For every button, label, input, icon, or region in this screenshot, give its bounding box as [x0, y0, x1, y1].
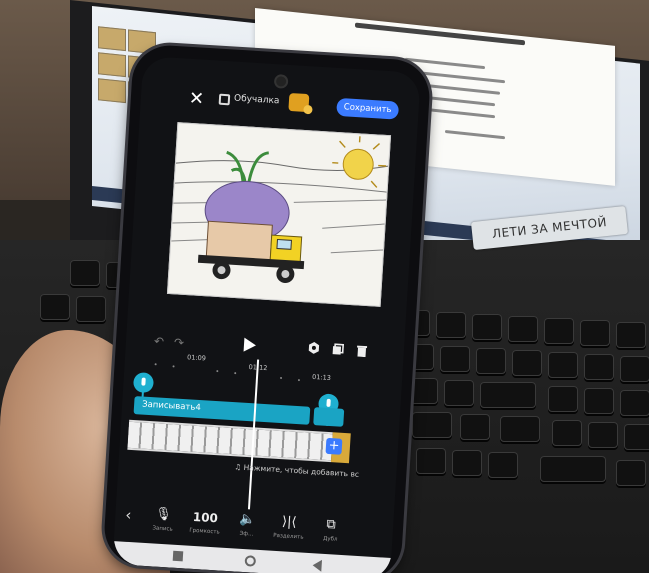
- split-icon: ⟩|⟨: [281, 514, 297, 531]
- play-icon[interactable]: [243, 337, 257, 353]
- redo-icon[interactable]: ↷: [174, 335, 187, 350]
- project-icon: [218, 93, 231, 106]
- mic-icon: 🎙: [154, 506, 173, 523]
- trash-icon[interactable]: [355, 345, 368, 358]
- audio-clip[interactable]: [313, 407, 345, 427]
- save-button[interactable]: Сохранить: [336, 97, 400, 120]
- project-name[interactable]: Обучалка: [234, 94, 280, 107]
- add-music-hint[interactable]: ♫ Нажмите, чтобы добавить вс: [234, 462, 359, 479]
- close-icon[interactable]: ✕: [188, 88, 204, 110]
- video-preview[interactable]: [166, 122, 392, 307]
- back-icon[interactable]: [312, 559, 323, 572]
- pro-crown-icon[interactable]: [288, 92, 310, 113]
- phone-screen: ✕ Обучалка Сохранить ↶ ↷ 01:09 01:13 Зап…: [112, 55, 421, 573]
- tool-duplicate[interactable]: ⧉ Дубл: [312, 515, 350, 543]
- drawing-turnip-truck: [171, 136, 389, 284]
- duplicate-icon[interactable]: [332, 343, 345, 356]
- timeline-tick: 01:09: [186, 353, 207, 363]
- recents-icon[interactable]: [172, 550, 184, 562]
- tool-split[interactable]: ⟩|⟨ Разделить: [270, 513, 308, 541]
- tool-effects[interactable]: 🔈 Эф...: [228, 510, 266, 538]
- audio-clip[interactable]: Записывать4: [133, 396, 311, 425]
- add-clip-button[interactable]: +: [325, 437, 343, 455]
- smartphone: ✕ Обучалка Сохранить ↶ ↷ 01:09 01:13 Зап…: [102, 43, 432, 573]
- photo-scene: ЛЕТИ ЗА МЕЧТОЙ ✕ Обучалка Сохранить ↶ ↷ …: [0, 0, 649, 573]
- front-camera: [275, 76, 287, 87]
- timeline-tick: 01:13: [311, 372, 332, 383]
- tool-volume[interactable]: 100 Громкость: [186, 508, 224, 536]
- tool-record[interactable]: 🎙 Запись: [144, 505, 182, 533]
- keyframe-icon[interactable]: [308, 341, 321, 355]
- home-icon[interactable]: [244, 555, 257, 567]
- duplicate-icon: ⧉: [326, 517, 337, 533]
- undo-icon[interactable]: ↶: [154, 334, 167, 349]
- video-frames-strip[interactable]: [127, 419, 333, 463]
- speaker-icon: 🔈: [238, 511, 256, 528]
- chevron-left-icon[interactable]: ‹: [125, 506, 132, 524]
- audio-clip-label: Записывать4: [141, 399, 202, 414]
